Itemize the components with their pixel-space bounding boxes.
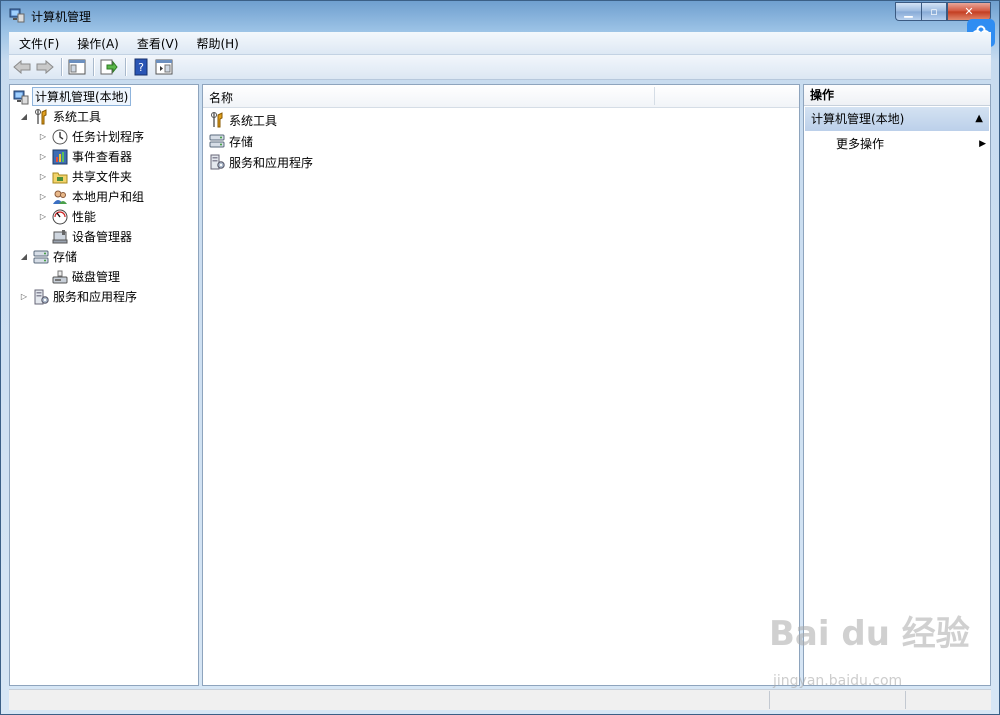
tree-item-label: 系统工具 [53,110,102,124]
tree-item-label: 任务计划程序 [72,130,145,144]
minimize-icon: ▁ [904,5,913,18]
tree-item-device-manager[interactable]: 设备管理器 [52,227,132,246]
export-icon [100,59,118,75]
tree-expanded-arrow-icon[interactable]: ◢ [19,112,29,122]
submenu-arrow-icon: ▶ [979,139,986,149]
tree-collapsed-arrow-icon[interactable]: ▷ [38,132,48,142]
console-tree[interactable]: 计算机管理(本地) ◢ 系统工具 ▷ 任务计划程序 ▷ 事件查看器 ▷ 共享文件… [9,84,199,686]
console-tree-icon [68,59,86,75]
list-header: 名称 [203,85,799,108]
disk-management-icon [52,270,68,283]
tree-expanded-arrow-icon[interactable]: ◢ [19,252,29,262]
tree-item-disk-management[interactable]: 磁盘管理 [52,267,120,286]
list-item[interactable]: 系统工具 [209,110,277,130]
toolbar-separator [61,58,62,76]
menu-help[interactable]: 帮助(H) [186,35,246,52]
tree-item-performance[interactable]: ▷ 性能 [38,207,96,226]
collapse-up-icon[interactable]: ▲ [975,107,983,131]
tree-item-label: 性能 [72,210,97,224]
status-bar [9,689,991,710]
tree-item-label: 本地用户和组 [72,190,145,204]
actions-group-computer-management[interactable]: 计算机管理(本地) ▲ [805,107,989,131]
shared-folders-icon [52,172,68,183]
minimize-button[interactable]: ▁ [895,2,921,21]
tree-item-label: 磁盘管理 [72,270,121,284]
window-title: 计算机管理 [31,10,92,24]
tree-item-label: 设备管理器 [72,230,133,244]
tree-item-event-viewer[interactable]: ▷ 事件查看器 [38,147,132,166]
back-button[interactable] [11,56,33,78]
tree-item-label: 服务和应用程序 [53,290,138,304]
tree-item-computer-management[interactable]: 计算机管理(本地) [13,87,132,106]
storage-icon [209,134,225,148]
tree-item-shared-folders[interactable]: ▷ 共享文件夹 [38,167,132,186]
computer-management-icon [13,90,29,104]
tree-item-services-apps[interactable]: ▷ 服务和应用程序 [19,287,137,306]
tree-collapsed-arrow-icon[interactable]: ▷ [38,172,48,182]
menu-view[interactable]: 查看(V) [127,35,187,52]
tree-item-system-tools[interactable]: ◢ 系统工具 [19,107,101,126]
tree-item-label: 事件查看器 [72,150,133,164]
storage-icon [33,250,49,263]
tree-collapsed-arrow-icon[interactable]: ▷ [19,292,29,302]
tree-collapsed-arrow-icon[interactable]: ▷ [38,212,48,222]
tree-collapsed-arrow-icon[interactable]: ▷ [38,152,48,162]
list-item[interactable]: 存储 [209,131,253,151]
more-actions-label: 更多操作 [836,137,885,151]
help-button[interactable]: ? [130,56,152,78]
back-arrow-icon [13,60,31,74]
device-manager-icon [52,229,68,243]
more-actions-item[interactable]: 更多操作 ▶ [836,135,986,153]
menu-file[interactable]: 文件(F) [9,35,67,52]
action-pane-icon [155,59,173,75]
app-window: 计算机管理 ▁ ▫ ✕ 文件(F) 操作(A) 查看(V) 帮助(H) ? 计算… [0,0,1000,715]
services-apps-icon [34,289,49,304]
toolbar: ? [9,55,991,80]
baidu-jingyan-watermark-logo: Bai du 经验 [769,614,970,654]
svg-text:?: ? [138,61,144,74]
toolbar-separator [125,58,126,76]
results-list[interactable]: 名称 系统工具 存储 服务和应用程序 [202,84,800,686]
event-viewer-icon [52,149,68,164]
status-segment [770,691,906,709]
services-apps-icon [210,154,225,170]
close-icon: ✕ [964,5,974,18]
tree-item-label: 计算机管理(本地) [31,87,132,106]
show-hide-tree-button[interactable] [66,56,88,78]
maximize-icon: ▫ [930,5,938,18]
tree-item-task-scheduler[interactable]: ▷ 任务计划程序 [38,127,144,146]
performance-icon [52,209,68,224]
tree-item-label: 共享文件夹 [72,170,133,184]
menu-action[interactable]: 操作(A) [67,35,127,52]
list-item-label: 存储 [229,134,254,149]
actions-group-label: 计算机管理(本地) [811,112,905,126]
local-users-icon [53,190,67,204]
list-item-label: 服务和应用程序 [229,155,314,170]
title-bar[interactable]: 计算机管理 ▁ ▫ ✕ [1,1,999,31]
status-segment [9,691,770,709]
computer-management-icon [9,8,25,23]
watermark-url: jingyan.baidu.com [773,673,903,689]
forward-arrow-icon [36,60,54,74]
tree-item-local-users[interactable]: ▷ 本地用户和组 [38,187,144,206]
actions-pane: 操作 计算机管理(本地) ▲ 更多操作 ▶ [803,84,991,686]
list-item-label: 系统工具 [229,113,278,128]
actions-header: 操作 [804,85,990,106]
maximize-button[interactable]: ▫ [921,2,947,21]
task-scheduler-icon [52,129,68,144]
system-tools-icon [35,108,47,124]
toolbar-separator [93,58,94,76]
help-book-icon: ? [134,58,148,76]
tree-collapsed-arrow-icon[interactable]: ▷ [38,192,48,202]
menu-bar: 文件(F) 操作(A) 查看(V) 帮助(H) [9,32,991,55]
column-header-name[interactable]: 名称 [209,89,233,106]
show-hide-action-pane-button[interactable] [153,56,175,78]
tree-item-storage[interactable]: ◢ 存储 [19,247,77,266]
forward-button[interactable] [34,56,56,78]
list-item[interactable]: 服务和应用程序 [209,152,313,172]
tree-item-label: 存储 [53,250,78,264]
system-tools-icon [211,112,223,128]
export-list-button[interactable] [98,56,120,78]
column-divider[interactable] [654,87,655,105]
